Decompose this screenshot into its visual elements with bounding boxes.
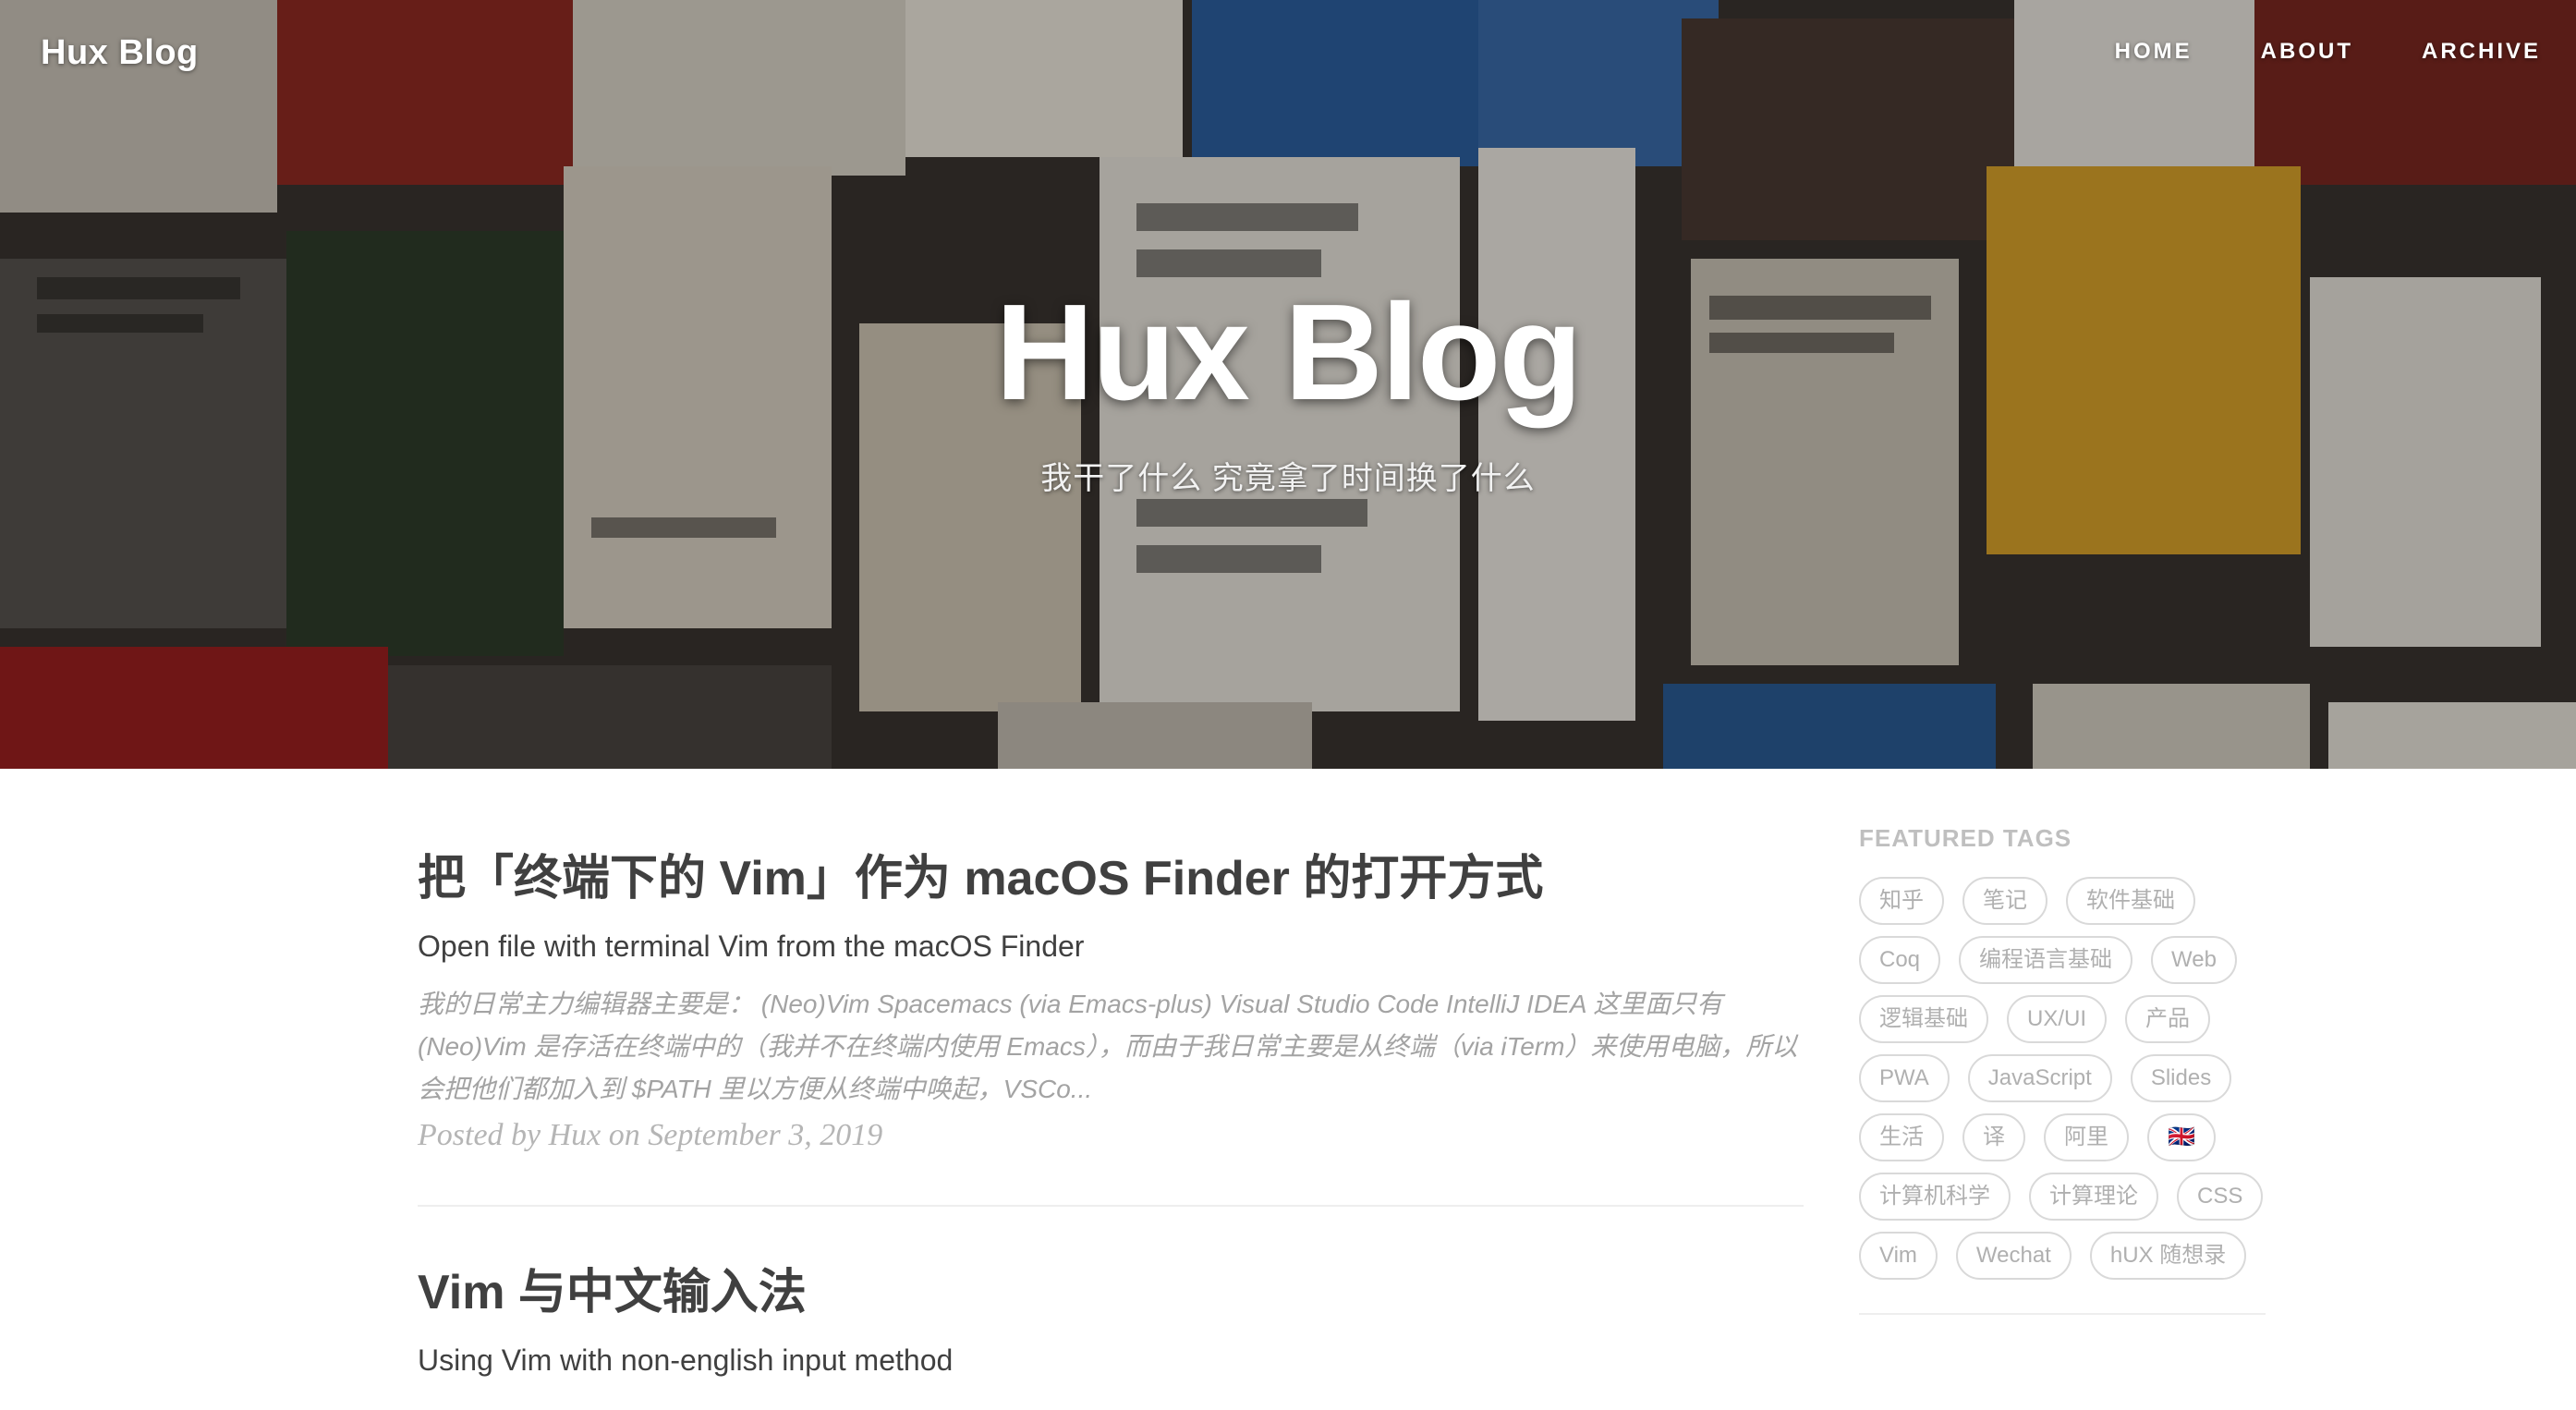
tag-link[interactable]: JavaScript	[1967, 1054, 2112, 1102]
tag-link[interactable]: CSS	[2177, 1173, 2264, 1221]
post-divider	[418, 1204, 1804, 1207]
post-meta: Posted by Hux on September 3, 2019	[418, 1117, 883, 1152]
tag-link[interactable]: hUX 随想录	[2089, 1232, 2247, 1280]
tag-link[interactable]: 生活	[1859, 1113, 1944, 1161]
tag-cloud: 知乎 笔记 软件基础 Coq 编程语言基础 Web 逻辑基础 UX/UI 产品 …	[1859, 877, 2266, 1280]
tag-link[interactable]: Vim	[1859, 1232, 1938, 1280]
tag-link[interactable]: Wechat	[1955, 1232, 2072, 1280]
post-list: 把「终端下的 Vim」作为 macOS Finder 的打开方式 Open fi…	[418, 850, 1804, 1380]
tag-link[interactable]: 计算机科学	[1859, 1173, 2011, 1221]
tag-link[interactable]: 阿里	[2044, 1113, 2129, 1161]
post-title-link[interactable]: 把「终端下的 Vim」作为 macOS Finder 的打开方式	[418, 850, 1804, 907]
post-preview[interactable]: 把「终端下的 Vim」作为 macOS Finder 的打开方式 Open fi…	[418, 850, 1804, 1153]
tag-link[interactable]: UX/UI	[2007, 995, 2108, 1043]
site-title: Hux Blog	[995, 276, 1583, 429]
main-nav: HOME ABOUT ARCHIVE	[2047, 39, 2541, 65]
tag-link[interactable]: 产品	[2125, 995, 2211, 1043]
tag-link[interactable]: 译	[1962, 1113, 2025, 1161]
post-preview[interactable]: Vim 与中文输入法 Using Vim with non-english in…	[418, 1264, 1804, 1380]
featured-tags-heading: FEATURED TAGS	[1859, 824, 2072, 852]
sidebar-divider	[1859, 1313, 2266, 1315]
tag-link[interactable]: 知乎	[1859, 877, 1944, 925]
hero-header: Hux Blog HOME ABOUT ARCHIVE Hux Blog 我干了…	[0, 0, 2576, 769]
post-excerpt: 我的日常主力编辑器主要是： (Neo)Vim Spacemacs (via Em…	[418, 989, 1798, 1103]
post-subtitle[interactable]: Using Vim with non-english input method	[418, 1342, 1804, 1380]
post-title-link[interactable]: Vim 与中文输入法	[418, 1264, 1804, 1321]
tag-link[interactable]: 软件基础	[2066, 877, 2195, 925]
nav-archive-link[interactable]: ARCHIVE	[2422, 39, 2541, 65]
nav-home-link[interactable]: HOME	[2115, 39, 2193, 65]
tag-link[interactable]: Web	[2151, 936, 2237, 984]
sidebar: FEATURED TAGS 知乎 笔记 软件基础 Coq 编程语言基础 Web …	[1859, 824, 2266, 1315]
nav-about-link[interactable]: ABOUT	[2261, 39, 2353, 65]
tag-link[interactable]: PWA	[1859, 1054, 1950, 1102]
site-subtitle: 我干了什么 究竟拿了时间换了什么	[1040, 461, 1536, 496]
tag-link[interactable]: 逻辑基础	[1859, 995, 1988, 1043]
tag-link[interactable]: Coq	[1859, 936, 1941, 984]
site-brand-link[interactable]: Hux Blog	[41, 33, 199, 73]
tag-link[interactable]: 笔记	[1962, 877, 2047, 925]
post-subtitle[interactable]: Open file with terminal Vim from the mac…	[418, 928, 1804, 966]
tag-link[interactable]: 计算理论	[2029, 1173, 2158, 1221]
tag-link[interactable]: Slides	[2130, 1054, 2232, 1102]
tag-link[interactable]: 编程语言基础	[1959, 936, 2133, 984]
tag-link-flag[interactable]: 🇬🇧	[2147, 1113, 2216, 1161]
